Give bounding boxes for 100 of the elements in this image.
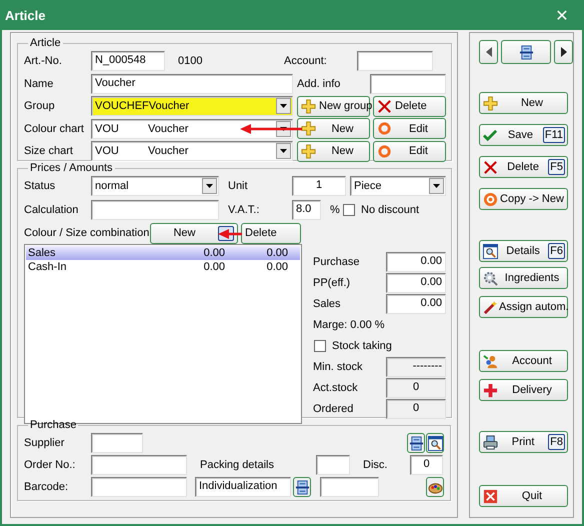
- list-row[interactable]: Sales 0.00 0.00: [26, 246, 300, 260]
- percent-sign: %: [330, 204, 341, 216]
- edit-button[interactable]: Edit: [373, 140, 446, 162]
- field-label: Disc.: [363, 459, 388, 471]
- input-field[interactable]: Voucher: [91, 74, 293, 94]
- input-field[interactable]: [316, 455, 350, 475]
- delete-button[interactable]: Delete: [373, 96, 446, 116]
- input-field[interactable]: 0.00: [386, 294, 446, 314]
- shortcut-badge: F11: [542, 127, 565, 143]
- field-label: PP(eff.): [313, 276, 352, 288]
- input-field[interactable]: [91, 200, 219, 220]
- article-code: 0100: [178, 55, 204, 67]
- next-button[interactable]: [554, 40, 573, 64]
- quit-icon: [483, 488, 498, 504]
- previous-button[interactable]: [479, 40, 498, 64]
- list-icon: [518, 44, 534, 60]
- gear-icon: [483, 270, 498, 286]
- input-field[interactable]: [320, 477, 379, 497]
- new-button[interactable]: New: [150, 222, 238, 244]
- copy-icon: [483, 192, 498, 206]
- input-field[interactable]: 0: [410, 455, 443, 475]
- dropdown[interactable]: VOUCHEFVoucher: [91, 96, 293, 116]
- input-field[interactable]: [370, 74, 446, 94]
- field-label: Packing details: [200, 459, 275, 471]
- dropdown[interactable]: VOU Voucher: [91, 141, 293, 161]
- ring-icon: [377, 144, 392, 158]
- field-label: Act.stock: [313, 382, 359, 394]
- input-field[interactable]: [91, 477, 187, 497]
- action-button[interactable]: Copy -> New: [479, 188, 568, 210]
- ring-icon: [377, 121, 392, 136]
- input-field[interactable]: 0.00: [386, 272, 446, 292]
- cross-icon: [377, 98, 392, 114]
- margin-text: Marge: 0.00 %: [313, 318, 385, 330]
- field-label: Colour chart: [24, 122, 85, 134]
- group-legend: Article: [28, 37, 63, 49]
- plus-icon: [301, 98, 316, 114]
- close-button[interactable]: ✕: [542, 1, 582, 29]
- action-button[interactable]: Ingredients: [479, 267, 568, 289]
- field-label: Order No.:: [24, 459, 76, 471]
- action-button[interactable]: New: [479, 92, 568, 114]
- printer-icon: [483, 434, 498, 450]
- arrow-annotation: [218, 229, 242, 239]
- window-title: Article: [4, 8, 46, 22]
- field-label: Unit: [228, 180, 249, 192]
- list-button[interactable]: [293, 477, 311, 497]
- field-label: Calculation: [24, 204, 80, 216]
- action-button[interactable]: Delivery: [479, 379, 568, 401]
- list-button[interactable]: [501, 40, 551, 64]
- wand-icon: [483, 300, 498, 314]
- group-legend: Purchase: [28, 419, 78, 431]
- delete-button[interactable]: Delete: [241, 222, 301, 244]
- input-field[interactable]: Individualization: [195, 477, 291, 497]
- edit-button[interactable]: Edit: [373, 118, 446, 139]
- shortcut-badge: F6: [548, 243, 565, 259]
- input-field[interactable]: [357, 51, 433, 71]
- field-label: Add. info: [297, 78, 342, 90]
- action-button[interactable]: Delete F5: [479, 156, 568, 178]
- input-field[interactable]: N_000548: [91, 51, 165, 71]
- search-button[interactable]: [426, 433, 444, 453]
- list-button[interactable]: [407, 433, 425, 453]
- action-button[interactable]: Account: [479, 350, 568, 372]
- field-label: Barcode:: [24, 481, 70, 493]
- new-button[interactable]: New: [297, 140, 370, 162]
- field-label: Colour / Size combination: [24, 227, 150, 239]
- action-button[interactable]: Details F6: [479, 240, 568, 262]
- plus-icon: [301, 121, 316, 136]
- field-label: Name: [24, 78, 54, 90]
- checkbox-label: No discount: [361, 204, 420, 216]
- action-button[interactable]: Save F11: [479, 124, 568, 146]
- input-field[interactable]: 8.0: [292, 200, 321, 220]
- new-button[interactable]: New: [297, 118, 370, 139]
- action-button[interactable]: Print F8: [479, 431, 568, 453]
- shortcut-badge: F5: [548, 159, 565, 175]
- action-button[interactable]: Quit: [479, 485, 568, 507]
- input-field[interactable]: 1: [292, 176, 346, 196]
- people-icon: [483, 354, 498, 368]
- magnifier-icon: [428, 436, 442, 450]
- field-label: Group: [24, 100, 56, 112]
- checkbox-label: Stock taking: [332, 340, 392, 352]
- check-icon: [483, 128, 498, 142]
- field-label: Size chart: [24, 145, 74, 157]
- dropdown[interactable]: VOU Voucher: [91, 118, 293, 138]
- dropdown[interactable]: normal: [91, 176, 219, 196]
- input-field[interactable]: [91, 455, 187, 475]
- input-field[interactable]: 0.00: [386, 252, 446, 272]
- palette-button[interactable]: [426, 477, 444, 497]
- cross-icon: [483, 160, 498, 174]
- dropdown[interactable]: Piece: [350, 176, 446, 196]
- field-label: Ordered: [313, 402, 354, 414]
- field-label: Supplier: [24, 437, 66, 449]
- field-label: Purchase: [313, 256, 360, 268]
- list-row[interactable]: Cash-In 0.00 0.00: [26, 260, 300, 274]
- field-label: V.A.T.:: [228, 204, 260, 216]
- checkbox[interactable]: [343, 204, 355, 216]
- checkbox[interactable]: [314, 340, 326, 352]
- plus-icon: [301, 144, 316, 158]
- field-label: Status: [24, 180, 56, 192]
- input-field[interactable]: [91, 433, 143, 453]
- list-icon: [408, 436, 424, 450]
- right-triangle-icon: [560, 47, 566, 57]
